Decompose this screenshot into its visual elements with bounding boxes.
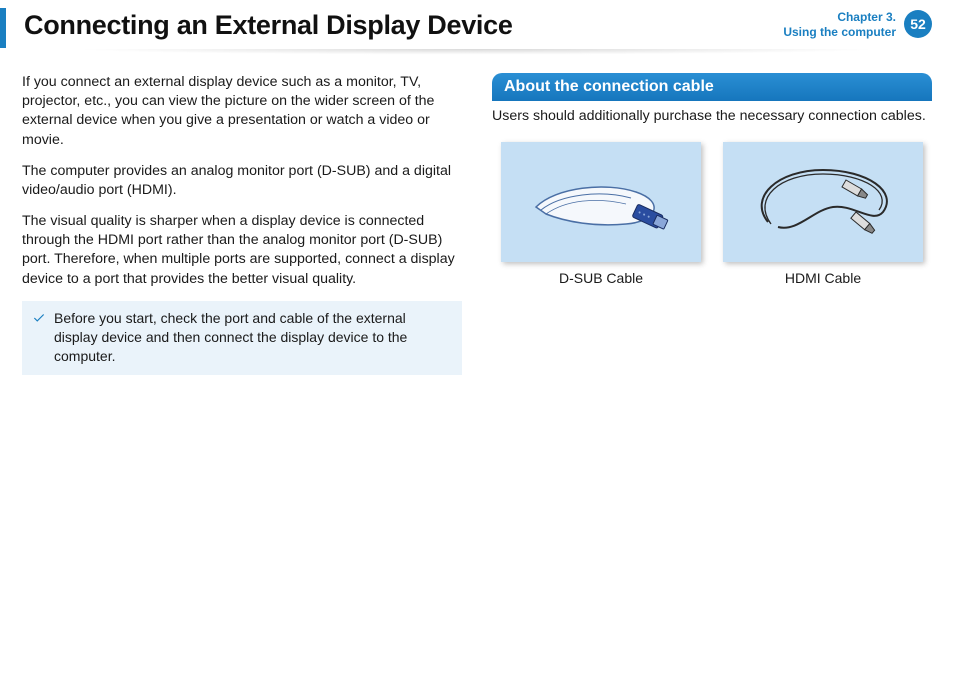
chapter-line2: Using the computer bbox=[783, 25, 896, 40]
note-text: Before you start, check the port and cab… bbox=[54, 309, 452, 366]
hdmi-cable-image bbox=[723, 142, 923, 262]
cable-caption: HDMI Cable bbox=[723, 270, 923, 286]
cable-item-dsub: D-SUB Cable bbox=[501, 142, 701, 286]
cable-caption: D-SUB Cable bbox=[501, 270, 701, 286]
content-columns: If you connect an external display devic… bbox=[22, 73, 932, 375]
chapter-label: Chapter 3. Using the computer bbox=[783, 10, 896, 40]
dsub-cable-image bbox=[501, 142, 701, 262]
accent-bar bbox=[0, 8, 6, 48]
page-header: Connecting an External Display Device Ch… bbox=[22, 10, 932, 41]
paragraph: The computer provides an analog monitor … bbox=[22, 162, 462, 200]
paragraph: The visual quality is sharper when a dis… bbox=[22, 212, 462, 289]
page-number-badge: 52 bbox=[904, 10, 932, 38]
note-box: Before you start, check the port and cab… bbox=[22, 301, 462, 376]
paragraph: Users should additionally purchase the n… bbox=[492, 107, 932, 126]
header-divider bbox=[0, 49, 954, 63]
header-right: Chapter 3. Using the computer 52 bbox=[783, 10, 932, 40]
cable-item-hdmi: HDMI Cable bbox=[723, 142, 923, 286]
cable-grid: D-SUB Cable bbox=[492, 142, 932, 286]
paragraph: If you connect an external display devic… bbox=[22, 73, 462, 150]
page-title: Connecting an External Display Device bbox=[24, 10, 513, 41]
left-column: If you connect an external display devic… bbox=[22, 73, 462, 375]
section-heading: About the connection cable bbox=[492, 73, 932, 101]
chapter-line1: Chapter 3. bbox=[783, 10, 896, 25]
right-column: About the connection cable Users should … bbox=[492, 73, 932, 375]
note-icon bbox=[32, 311, 46, 366]
